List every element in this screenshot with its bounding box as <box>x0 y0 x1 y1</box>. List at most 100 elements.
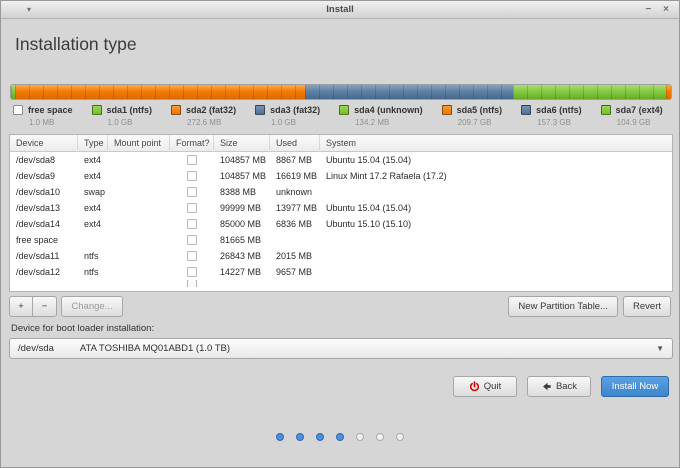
disk-bar-segment-green <box>513 85 666 99</box>
bootloader-device-select[interactable]: /dev/sda ATA TOSHIBA MQ01ABD1 (1.0 TB) ▼ <box>9 338 673 359</box>
column-header-type[interactable]: Type <box>78 135 108 152</box>
cell-system: Ubuntu 15.04 (15.04) <box>326 155 412 165</box>
format-checkbox[interactable] <box>187 203 197 213</box>
cell-size: 8388 MB <box>220 187 257 197</box>
install-now-button-label: Install Now <box>611 381 659 392</box>
close-icon[interactable]: × <box>663 5 669 15</box>
cell-format <box>170 187 214 197</box>
format-checkbox[interactable] <box>187 235 197 245</box>
cell-format <box>170 235 214 245</box>
change-partition-button[interactable]: Change... <box>61 296 123 317</box>
cell-size: 81665 MB <box>220 235 262 245</box>
legend-item: sda1 (ntfs) 1.0 GB <box>91 105 153 133</box>
disk-usage-bar <box>11 85 671 99</box>
cell-type: ntfs <box>84 251 99 261</box>
cell-type: ext4 <box>84 171 102 181</box>
cell-used: unknown <box>276 187 313 197</box>
table-row-partial[interactable] <box>10 280 672 287</box>
legend-partition-label: sda1 (ntfs) <box>106 105 153 115</box>
legend-partition-size: 134.2 MB <box>355 118 390 127</box>
column-header-device[interactable]: Device <box>10 135 78 152</box>
cell-device: /dev/sda8 <box>16 155 56 165</box>
cell-used: 16619 MB <box>276 171 318 181</box>
table-row[interactable]: free space 81665 MB <box>10 232 672 248</box>
legend-partition-size: 1.0 MB <box>29 118 55 127</box>
quit-button[interactable]: Quit <box>453 376 517 397</box>
back-arrow-icon <box>543 382 551 391</box>
bootloader-label: Device for boot loader installation: <box>11 323 155 334</box>
bootloader-selected-device: /dev/sda <box>18 343 54 354</box>
table-row[interactable]: /dev/sda12 ntfs 14227 MB 9657 MB <box>10 264 672 280</box>
format-checkbox[interactable] <box>187 251 197 261</box>
cell-size: 26843 MB <box>220 251 262 261</box>
cell-used: 8867 MB <box>276 155 313 165</box>
back-button[interactable]: Back <box>527 376 591 397</box>
partition-color-chip <box>91 105 102 115</box>
partition-table[interactable]: Device Type Mount point Format? Size Use… <box>9 134 673 292</box>
format-checkbox[interactable] <box>187 219 197 229</box>
cell-size: 104857 MB <box>220 171 267 181</box>
legend-partition-label: sda3 (fat32) <box>270 105 321 115</box>
format-checkbox[interactable] <box>187 155 197 165</box>
progress-dot-active <box>276 433 284 441</box>
legend-partition-label: sda4 (unknown) <box>354 105 423 115</box>
progress-dot-inactive <box>396 433 404 441</box>
table-row[interactable]: /dev/sda9 ext4 104857 MB 16619 MB Linux Mint… <box>10 168 672 184</box>
column-header-system[interactable]: System <box>320 135 672 152</box>
table-row[interactable]: /dev/sda8 ext4 104857 MB 8867 MB Ubuntu 15.0… <box>10 152 672 168</box>
cell-used: 13977 MB <box>276 203 318 213</box>
format-checkbox[interactable] <box>187 171 197 181</box>
legend-partition-label: sda2 (fat32) <box>186 105 237 115</box>
format-checkbox[interactable] <box>187 280 197 287</box>
cell-type: ext4 <box>84 219 102 229</box>
cell-device: /dev/sda9 <box>16 171 56 181</box>
cell-format <box>170 251 214 261</box>
table-row[interactable]: /dev/sda14 ext4 85000 MB 6836 MB Ubuntu 15.1… <box>10 216 672 232</box>
table-row[interactable]: /dev/sda10 swap 8388 MB unknown <box>10 184 672 200</box>
column-header-format[interactable]: Format? <box>170 135 214 152</box>
legend-partition-size: 1.0 GB <box>271 118 296 127</box>
progress-dot-inactive <box>376 433 384 441</box>
legend-partition-size: 272.6 MB <box>187 118 222 127</box>
column-header-size[interactable]: Size <box>214 135 270 152</box>
remove-partition-button[interactable]: − <box>33 296 57 317</box>
minimize-icon[interactable]: − <box>645 5 651 15</box>
legend-item: sda6 (ntfs) 157.3 GB <box>521 105 582 133</box>
bootloader-device-description: ATA TOSHIBA MQ01ABD1 (1.0 TB) <box>79 343 231 354</box>
add-partition-button[interactable]: + <box>9 296 33 317</box>
legend-item: sda3 (fat32) 1.0 GB <box>255 105 320 133</box>
table-row[interactable]: /dev/sda11 ntfs 26843 MB 2015 MB <box>10 248 672 264</box>
column-header-used[interactable]: Used <box>270 135 320 152</box>
column-header-mount-point[interactable]: Mount point <box>108 135 170 152</box>
legend-item: free space 1.0 MB <box>13 105 73 133</box>
disk-bar-segment-orange <box>14 85 306 99</box>
legend-partition-label: sda6 (ntfs) <box>536 105 582 115</box>
cell-format <box>170 267 214 277</box>
cell-format <box>170 155 214 165</box>
cell-device: /dev/sda11 <box>16 251 60 261</box>
table-row[interactable]: /dev/sda13 ext4 99999 MB 13977 MB Ubuntu 15.… <box>10 200 672 216</box>
cell-size: 99999 MB <box>220 203 262 213</box>
power-icon <box>469 381 479 392</box>
legend-partition-label: sda7 (ext4) <box>615 105 663 115</box>
revert-button[interactable]: Revert <box>623 296 671 317</box>
cell-used: 9657 MB <box>276 267 313 277</box>
wizard-progress-dots <box>1 433 679 441</box>
progress-dot-active <box>296 433 304 441</box>
cell-size: 104857 MB <box>220 155 267 165</box>
partition-color-chip <box>521 105 532 115</box>
install-now-button[interactable]: Install Now <box>601 376 669 397</box>
format-checkbox[interactable] <box>187 267 197 277</box>
legend-item: sda5 (ntfs) 209.7 GB <box>441 105 502 133</box>
new-partition-table-button[interactable]: New Partition Table... <box>508 296 619 317</box>
legend-item: sda4 (unknown) 134.2 MB <box>339 105 423 133</box>
format-checkbox[interactable] <box>187 187 197 197</box>
partition-color-chip <box>339 105 350 115</box>
cell-format <box>170 280 214 287</box>
cell-format <box>170 171 214 181</box>
titlebar: ▾ Install − × <box>1 1 679 19</box>
cell-device: /dev/sda13 <box>16 203 61 213</box>
legend-partition-size: 209.7 GB <box>457 118 492 127</box>
cell-format <box>170 219 214 229</box>
chevron-down-icon: ▼ <box>656 344 664 353</box>
